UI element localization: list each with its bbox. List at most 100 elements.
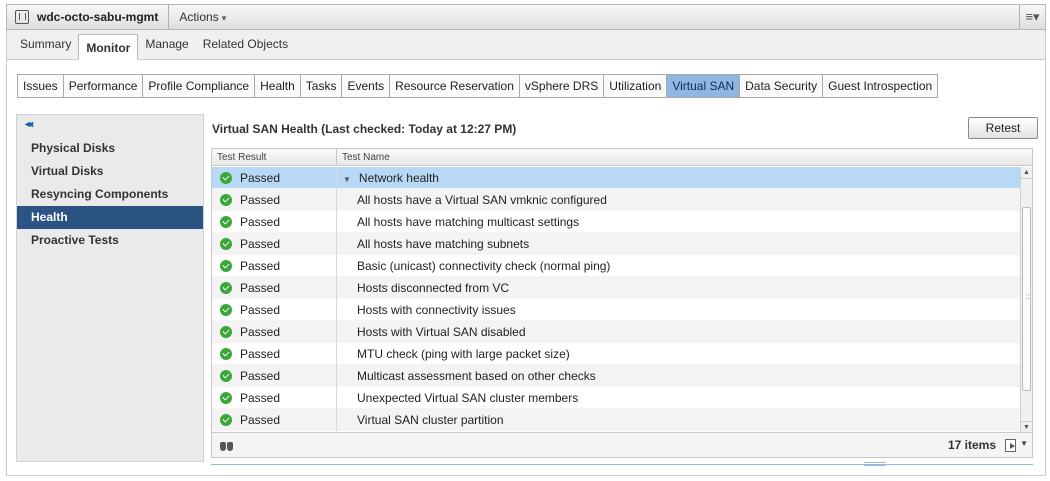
test-name-text: Unexpected Virtual SAN cluster members	[357, 390, 579, 405]
cell-test-result: Passed	[212, 188, 337, 211]
check-circle-icon	[220, 259, 232, 272]
nav-item-health[interactable]: Health	[17, 206, 203, 229]
table-row[interactable]: Passed Virtual SAN cluster partition	[212, 408, 1021, 431]
tab-monitor[interactable]: Monitor	[78, 34, 139, 60]
scroll-thumb[interactable]: ::	[1022, 207, 1031, 391]
grid-rows: Passed ▼ Network health Passed All hosts hav…	[212, 166, 1021, 433]
test-name-text: Multicast assessment based on other chec…	[357, 368, 596, 383]
subtab-vsphere-drs[interactable]: vSphere DRS	[520, 75, 605, 97]
subtab-events[interactable]: Events	[342, 75, 391, 97]
cell-test-name: All hosts have matching subnets	[337, 237, 529, 251]
binoculars-icon[interactable]	[220, 440, 234, 451]
check-circle-icon	[220, 413, 232, 426]
subtab-issues[interactable]: Issues	[18, 75, 64, 97]
subtab-guest-introspection[interactable]: Guest Introspection	[823, 75, 937, 97]
cell-test-name: Hosts with Virtual SAN disabled	[337, 325, 526, 339]
tab-summary[interactable]: Summary	[13, 33, 78, 57]
subtab-utilization[interactable]: Utilization	[604, 75, 668, 97]
subtab-virtual-san[interactable]: Virtual SAN	[667, 75, 741, 97]
panel-title: Virtual SAN Health (Last checked: Today …	[212, 122, 517, 136]
table-row[interactable]: Passed All hosts have a Virtual SAN vmkni…	[212, 188, 1021, 211]
actions-label: Actions	[179, 10, 219, 24]
grip-icon: ::	[1025, 292, 1030, 301]
cell-test-name: Multicast assessment based on other chec…	[337, 369, 596, 383]
table-row[interactable]: Passed MTU check (ping with large packet …	[212, 342, 1021, 365]
object-title-bar: wdc-octo-sabu-mgmt Actions ▾ ≡▾	[6, 4, 1046, 30]
table-row[interactable]: Passed All hosts have matching subnets	[212, 232, 1021, 255]
table-row[interactable]: Passed Multicast assessment based on othe…	[212, 364, 1021, 387]
tab-manage[interactable]: Manage	[138, 33, 195, 57]
chevron-down-icon[interactable]: ▼	[1020, 439, 1028, 448]
tab-related-objects[interactable]: Related Objects	[196, 33, 295, 57]
status-text: Passed	[240, 346, 281, 361]
nav-item-proactive-tests[interactable]: Proactive Tests	[17, 229, 203, 252]
status-text: Passed	[240, 412, 281, 427]
cell-test-name: Hosts disconnected from VC	[337, 281, 509, 295]
table-row[interactable]: Passed ▼ Network health	[212, 166, 1021, 189]
cell-test-name: MTU check (ping with large packet size)	[337, 347, 570, 361]
export-icon[interactable]	[1005, 439, 1016, 452]
cell-test-result: Passed	[212, 254, 337, 277]
cell-test-result: Passed	[212, 408, 337, 431]
subtab-profile-compliance[interactable]: Profile Compliance	[143, 75, 256, 97]
cell-test-result: Passed	[212, 298, 337, 321]
check-circle-icon	[220, 391, 232, 404]
nav-item-physical-disks[interactable]: Physical Disks	[17, 137, 203, 160]
actions-menu[interactable]: Actions ▾	[179, 10, 226, 24]
status-text: Passed	[240, 302, 281, 317]
table-row[interactable]: Passed Hosts with Virtual SAN disabled	[212, 320, 1021, 343]
subtab-tasks[interactable]: Tasks	[301, 75, 343, 97]
subtab-data-security[interactable]: Data Security	[740, 75, 824, 97]
cell-test-name: All hosts have matching multicast settin…	[337, 215, 579, 229]
cell-test-name: All hosts have a Virtual SAN vmknic conf…	[337, 193, 607, 207]
nav-item-resyncing-components[interactable]: Resyncing Components	[17, 183, 203, 206]
test-name-text: All hosts have matching multicast settin…	[357, 214, 580, 229]
cell-test-result: Passed	[212, 364, 337, 387]
resize-grip[interactable]	[864, 462, 886, 466]
cell-test-result: Passed	[212, 320, 337, 343]
test-name-text: All hosts have a Virtual SAN vmknic conf…	[357, 192, 607, 207]
nav-list: Physical Disks Virtual Disks Resyncing Com…	[17, 137, 203, 252]
test-name-text: Network health	[358, 170, 439, 185]
check-circle-icon	[220, 215, 232, 228]
check-circle-icon	[220, 281, 232, 294]
cell-test-result: Passed	[212, 232, 337, 255]
subtab-resource-reservation[interactable]: Resource Reservation	[390, 75, 520, 97]
column-header-test-name[interactable]: Test Name	[337, 149, 1032, 165]
cell-test-name: Basic (unicast) connectivity check (norm…	[337, 259, 610, 273]
check-circle-icon	[220, 347, 232, 360]
test-name-text: Hosts disconnected from VC	[357, 280, 510, 295]
grid-footer: 17 items ▼	[212, 432, 1032, 457]
cell-test-name: Virtual SAN cluster partition	[337, 413, 504, 427]
table-row[interactable]: Passed Basic (unicast) connectivity check…	[212, 254, 1021, 277]
main-tabs: Summary Monitor Manage Related Objects	[6, 30, 1046, 60]
collapse-arrow-icon[interactable]: ▼	[343, 175, 351, 184]
cell-test-name: Unexpected Virtual SAN cluster members	[337, 391, 578, 405]
cell-test-result: Passed	[212, 166, 337, 189]
nav-item-virtual-disks[interactable]: Virtual Disks	[17, 160, 203, 183]
check-circle-icon	[220, 325, 232, 338]
column-header-test-result[interactable]: Test Result	[212, 149, 337, 165]
status-text: Passed	[240, 390, 281, 405]
table-row[interactable]: Passed Hosts disconnected from VC	[212, 276, 1021, 299]
retest-button[interactable]: Retest	[968, 117, 1038, 139]
check-circle-icon	[220, 237, 232, 250]
menu-icon[interactable]: ≡▾	[1019, 5, 1045, 29]
test-name-text: Virtual SAN cluster partition	[357, 412, 504, 427]
test-name-text: Hosts with connectivity issues	[357, 302, 516, 317]
status-text: Passed	[240, 258, 281, 273]
table-row[interactable]: Passed Hosts with connectivity issues	[212, 298, 1021, 321]
collapse-icon[interactable]: ◂◂	[25, 119, 33, 130]
subtab-health[interactable]: Health	[255, 75, 301, 97]
subtab-performance[interactable]: Performance	[64, 75, 144, 97]
panel-divider	[211, 464, 1033, 465]
table-row[interactable]: Passed All hosts have matching multicast …	[212, 210, 1021, 233]
object-title: wdc-octo-sabu-mgmt	[37, 4, 170, 30]
scroll-up-icon[interactable]: ▲	[1021, 167, 1032, 179]
chevron-down-icon: ▾	[221, 13, 227, 23]
status-text: Passed	[240, 170, 281, 185]
grid-scrollbar[interactable]: ▲ :: ▼	[1020, 167, 1032, 433]
status-text: Passed	[240, 368, 281, 383]
table-row[interactable]: Passed Unexpected Virtual SAN cluster mem…	[212, 386, 1021, 409]
check-circle-icon	[220, 369, 232, 382]
